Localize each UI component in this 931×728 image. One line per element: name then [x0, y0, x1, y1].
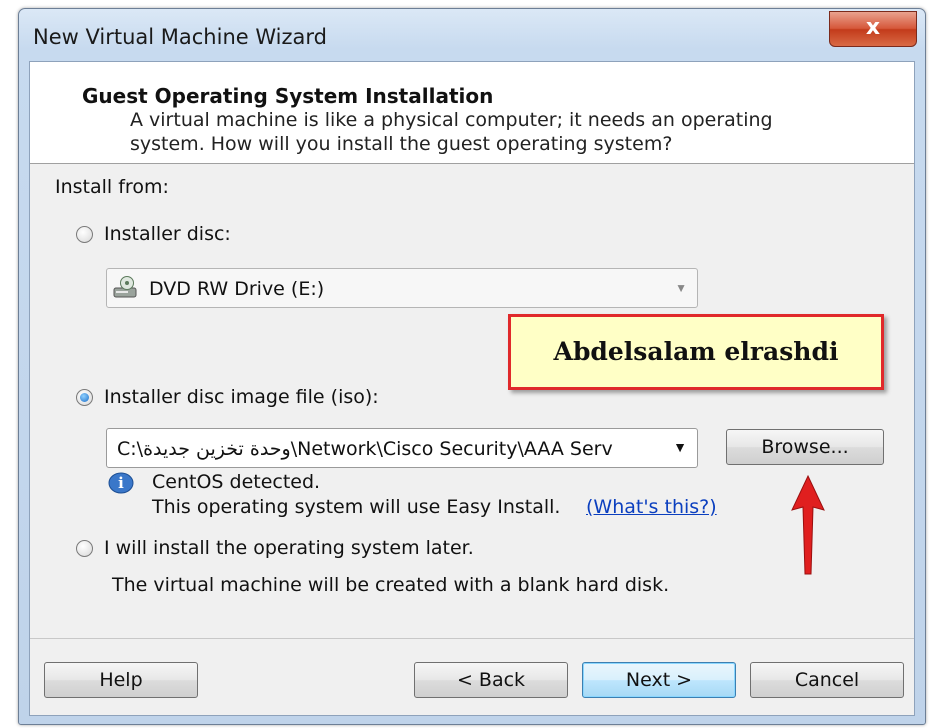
page-description: A virtual machine is like a physical com… [130, 109, 773, 155]
footer-divider [30, 638, 914, 639]
iso-path-combobox[interactable]: C:\وحدة تخزين جديدة\Network\Cisco Securi… [106, 428, 698, 468]
page-title: Guest Operating System Installation [82, 84, 494, 108]
cancel-button[interactable]: Cancel [750, 662, 904, 698]
help-button[interactable]: Help [44, 662, 198, 698]
installer-disc-label[interactable]: Installer disc: [104, 223, 231, 245]
blank-disk-note: The virtual machine will be created with… [112, 574, 670, 596]
title-bar: New Virtual Machine Wizard x [19, 9, 925, 61]
install-later-radio[interactable] [76, 540, 93, 557]
install-later-label[interactable]: I will install the operating system late… [104, 537, 474, 559]
close-icon: x [865, 15, 881, 40]
installer-disc-radio[interactable] [76, 226, 93, 243]
window-title: New Virtual Machine Wizard [33, 25, 327, 49]
chevron-down-icon: ▼ [675, 281, 687, 295]
browse-button[interactable]: Browse... [726, 429, 884, 465]
red-arrow-icon [790, 474, 826, 581]
iso-image-radio[interactable] [76, 389, 93, 406]
back-button[interactable]: < Back [414, 662, 568, 698]
svg-text:i: i [118, 474, 124, 492]
chevron-down-icon[interactable]: ▼ [673, 439, 687, 455]
iso-path-value: C:\وحدة تخزين جديدة\Network\Cisco Securi… [117, 438, 613, 460]
install-from-label: Install from: [55, 176, 169, 198]
next-button[interactable]: Next > [582, 662, 736, 698]
iso-image-label[interactable]: Installer disc image file (iso): [104, 386, 379, 408]
dvd-drive-value: DVD RW Drive (E:) [149, 278, 325, 300]
author-watermark: Abdelsalam elrashdi [508, 314, 884, 390]
wizard-header: Guest Operating System Installation A vi… [30, 62, 914, 164]
easy-install-note: This operating system will use Easy Inst… [152, 496, 561, 518]
info-icon: i [108, 472, 134, 499]
whats-this-link[interactable]: (What's this?) [586, 496, 717, 518]
os-detected-title: CentOS detected. [152, 471, 321, 493]
dvd-drive-select: DVD RW Drive (E:) ▼ [106, 268, 698, 308]
close-button[interactable]: x [829, 11, 917, 47]
dvd-drive-icon [113, 276, 139, 305]
